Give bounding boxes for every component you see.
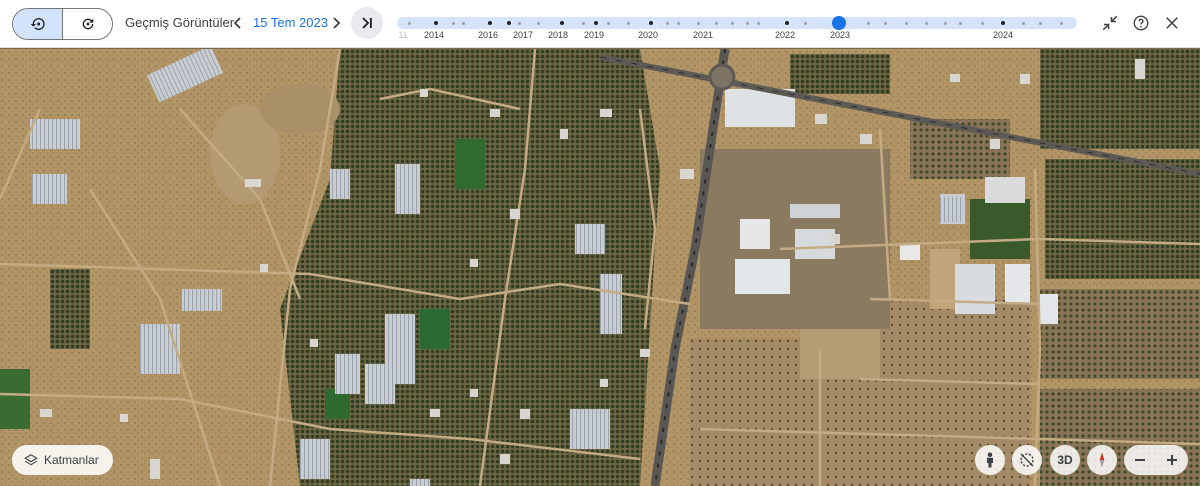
layers-label: Katmanlar (44, 453, 99, 467)
timeline-dot[interactable] (905, 21, 908, 25)
timeline-dot[interactable] (1022, 21, 1025, 25)
restore-view-button[interactable] (63, 9, 112, 39)
history-icon (30, 18, 45, 30)
timeline-dot[interactable] (560, 21, 564, 25)
timeline-year-label: 2014 (423, 30, 445, 40)
zoom-in-icon (1167, 455, 1177, 465)
timeline-dot[interactable] (731, 21, 734, 25)
timeline-dot[interactable] (488, 21, 492, 25)
timeline-year-label: 2021 (692, 30, 714, 40)
timeline-dot[interactable] (1039, 21, 1042, 25)
timeline-dot[interactable] (746, 21, 749, 25)
timeline-dot[interactable] (594, 21, 598, 25)
historical-imagery-button[interactable] (13, 9, 63, 39)
timeline-dot[interactable] (884, 21, 887, 25)
panel-title: Geçmiş Görüntüler (125, 15, 235, 30)
tilt-off-icon (1020, 453, 1034, 467)
current-date[interactable]: 15 Tem 2023 (253, 15, 328, 30)
satellite-map[interactable] (0, 49, 1200, 486)
close-button[interactable] (1161, 12, 1183, 34)
timeline-thumb[interactable] (832, 16, 846, 30)
layers-button[interactable]: Katmanlar (12, 445, 113, 475)
timeline-dot[interactable] (434, 21, 438, 25)
timeline-dot[interactable] (462, 21, 465, 25)
timeline-dot[interactable] (649, 21, 653, 25)
3d-toggle-button[interactable]: 3D (1050, 445, 1080, 475)
timeline-year-label: 2016 (477, 30, 499, 40)
tilt-toggle-button[interactable] (1012, 445, 1042, 475)
help-button[interactable] (1130, 12, 1152, 34)
timeline-dot[interactable] (518, 21, 521, 25)
zoom-out-icon (1135, 459, 1145, 461)
timeline-year-label: 2022 (774, 30, 796, 40)
previous-date-button[interactable] (232, 14, 244, 32)
timeline-dot[interactable] (981, 21, 984, 25)
timeline-dot[interactable] (507, 21, 511, 25)
restore-icon (82, 18, 93, 30)
timeline-year-label: 2017 (512, 30, 534, 40)
timeline-dot[interactable] (959, 21, 962, 25)
next-date-button[interactable] (330, 14, 342, 32)
close-icon (1166, 17, 1178, 29)
collapse-button[interactable] (1099, 12, 1121, 34)
timeline-year-label: 2023 (829, 30, 851, 40)
timeline-dot[interactable] (408, 21, 411, 25)
satellite-imagery (0, 49, 1200, 486)
skip-to-latest-button[interactable] (351, 7, 383, 39)
timeline-dot[interactable] (452, 21, 455, 25)
skip-to-latest-icon (362, 17, 372, 29)
chevron-left-icon (233, 17, 241, 29)
timeline-dot[interactable] (697, 21, 700, 25)
timeline-dot[interactable] (867, 21, 870, 25)
timeline-dot[interactable] (582, 21, 585, 25)
timeline-slider[interactable] (397, 16, 1077, 30)
timeline-year-cut: 11 (398, 30, 408, 40)
timeline-dot[interactable] (1060, 21, 1063, 25)
timeline-year-label: 2024 (992, 30, 1014, 40)
timeline-year-label: 2018 (547, 30, 569, 40)
compass-icon (1099, 452, 1105, 468)
timeline-dot[interactable] (537, 21, 540, 25)
layers-icon (24, 454, 38, 466)
chevron-right-icon (333, 17, 341, 29)
help-icon (1133, 15, 1149, 31)
view-mode-toggle (12, 8, 113, 40)
timeline-dot[interactable] (715, 21, 718, 25)
collapse-icon (1102, 15, 1118, 31)
timeline-dot[interactable] (757, 21, 760, 25)
timeline-dot[interactable] (666, 21, 669, 25)
zoom-out-button[interactable] (1124, 445, 1156, 475)
timeline-track[interactable] (397, 17, 1077, 29)
zoom-in-button[interactable] (1156, 445, 1188, 475)
timeline-year-label: 2020 (637, 30, 659, 40)
timeline-dot[interactable] (944, 21, 947, 25)
compass-button[interactable] (1087, 445, 1117, 475)
timeline-dot[interactable] (677, 21, 680, 25)
street-view-button[interactable] (975, 445, 1005, 475)
timeline-year-label: 2019 (583, 30, 605, 40)
timeline-dot[interactable] (1001, 21, 1005, 25)
timeline-dot[interactable] (925, 21, 928, 25)
imagery-toolbar: Geçmiş Görüntüler 15 Tem 2023 11 2014 201… (0, 0, 1200, 48)
pegman-icon (987, 452, 993, 468)
timeline-dot[interactable] (785, 21, 789, 25)
timeline-dot[interactable] (607, 21, 610, 25)
timeline-dot[interactable] (804, 21, 807, 25)
zoom-controls (1124, 445, 1188, 475)
timeline-dot[interactable] (627, 21, 630, 25)
